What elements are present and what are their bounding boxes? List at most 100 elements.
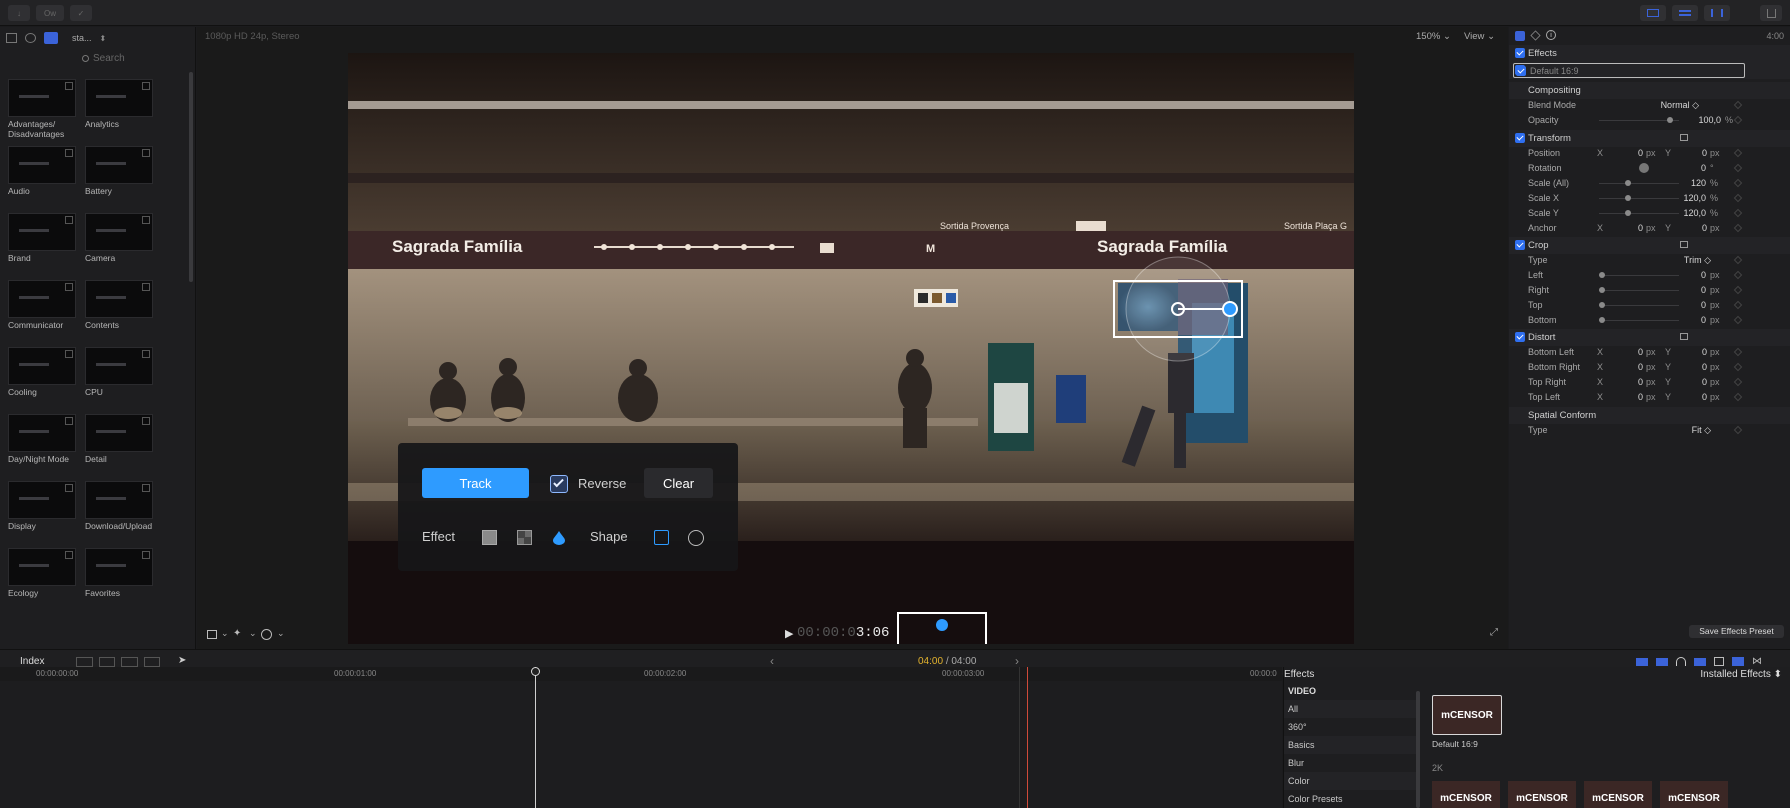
title-thumbnail[interactable] [85,79,153,117]
fullscreen-icon[interactable]: ⤢ [1490,627,1498,638]
effect-thumbnail-selected[interactable]: mCENSOR [1432,695,1502,735]
anchor-row[interactable]: Anchor X 0 px Y 0 px [1509,220,1790,237]
effect-thumbnail[interactable]: mCENSOR [1584,781,1652,808]
keyframe-icon[interactable] [1733,100,1743,110]
overwrite-icon[interactable] [143,657,160,667]
title-item[interactable]: Brand [8,213,78,263]
param-value[interactable]: 0 [1666,300,1706,310]
effect-thumbnail[interactable]: mCENSOR [1508,781,1576,808]
title-thumbnail[interactable] [8,213,76,251]
clear-button[interactable]: Clear [644,468,713,498]
shape-circle-button[interactable] [688,530,704,546]
onscreen-control-icon[interactable] [1680,241,1688,248]
shape-rectangle-button[interactable] [654,530,669,545]
edit-buttons[interactable] [76,657,160,667]
select-tool-icon[interactable]: ➤ [178,655,186,666]
effects-category[interactable]: 360° [1284,718,1419,736]
slider-knob[interactable] [1598,302,1605,308]
effects-browser-icon[interactable] [1732,657,1744,666]
title-item[interactable]: Cooling [8,347,78,397]
param-value[interactable]: 120,0 [1666,208,1706,218]
transitions-icon[interactable]: ⋈ [1752,656,1762,667]
blur-drop-icon[interactable] [553,531,565,545]
keyframe-icon[interactable] [1733,193,1743,203]
title-thumbnail[interactable] [85,481,153,519]
keyframe-icon[interactable] [1733,178,1743,188]
import-button[interactable]: ↓ [8,5,30,21]
chevron-down-icon[interactable]: ⌄ [221,628,229,639]
x-value[interactable]: 0 [1603,148,1643,158]
color-inspector-icon[interactable] [1530,30,1541,41]
keyframe-icon[interactable] [1733,208,1743,218]
param-value[interactable]: 100,0 [1681,115,1721,125]
preset-name-field[interactable]: Default 16:9 [1513,63,1745,78]
keyframe-icon[interactable] [1733,362,1743,372]
title-thumbnail[interactable] [85,347,153,385]
title-thumbnail[interactable] [8,146,76,184]
headphones-icon[interactable] [1676,657,1686,666]
timecode[interactable]: 00:00:03:06 [797,625,889,641]
reverse-label[interactable]: Reverse [578,476,626,491]
transform-icon[interactable] [207,630,217,639]
timeline-tracks[interactable] [0,667,1282,808]
snapping-icon[interactable] [1694,657,1706,666]
title-item[interactable]: Ecology [8,548,78,598]
title-item[interactable]: Display [8,481,78,531]
title-item[interactable]: Day/Night Mode [8,414,78,464]
effect-solid-button[interactable] [482,530,497,545]
info-icon[interactable]: i [1546,30,1556,40]
keyframe-icon[interactable] [1733,163,1743,173]
insert-icon[interactable] [98,657,115,667]
title-item[interactable]: Audio [8,146,78,196]
title-item[interactable]: Camera [85,213,155,263]
chevron-down-icon[interactable]: ⌄ [249,628,257,639]
enable-checkbox[interactable] [1515,332,1525,342]
effects-category[interactable]: Color [1284,772,1419,790]
effect-pixelate-button[interactable] [517,530,532,545]
keyframe-icon[interactable] [1733,315,1743,325]
onscreen-control-icon[interactable] [1680,333,1688,340]
param-value[interactable]: Trim ◇ [1671,255,1711,266]
library-name[interactable]: sta... [72,33,92,43]
slider-knob[interactable] [1667,117,1674,123]
skimming-icon[interactable] [1656,657,1668,666]
layout-inspector-button[interactable] [1704,5,1730,21]
x-value[interactable]: 0 [1603,347,1643,357]
browser-scrollbar[interactable] [189,72,193,282]
title-item[interactable]: Download/Upload [85,481,155,531]
title-thumbnail[interactable] [8,481,76,519]
param-value[interactable]: 120 [1666,178,1706,188]
y-value[interactable]: 0 [1667,148,1707,158]
keyframe-icon[interactable] [1733,223,1743,233]
append-icon[interactable] [121,657,138,667]
effect-thumbnail[interactable]: mCENSOR [1660,781,1728,808]
slider-knob[interactable] [1625,195,1631,201]
y-value[interactable]: 0 [1667,377,1707,387]
x-value[interactable]: 0 [1603,377,1643,387]
param-value[interactable]: 0 [1666,270,1706,280]
keyframe-icon[interactable] [1733,148,1743,158]
title-item[interactable]: CPU [85,347,155,397]
x-value[interactable]: 0 [1603,362,1643,372]
param-value[interactable]: 0 [1666,163,1706,173]
clip-appearance-icon[interactable] [1714,657,1724,666]
preset-checkbox[interactable] [1516,66,1526,76]
slider-knob[interactable] [1598,317,1605,323]
playhead[interactable] [535,667,536,808]
video-frame[interactable]: Sagrada Família Sagrada Família Sortida … [348,53,1354,644]
slider-knob[interactable] [1598,272,1605,278]
y-value[interactable]: 0 [1667,223,1707,233]
keyframe-icon[interactable] [1733,377,1743,387]
effect-thumbnail[interactable]: mCENSOR [1432,781,1500,808]
background-tasks-button[interactable]: ✓ [70,5,92,21]
view-menu[interactable]: View ⌄ [1464,31,1495,42]
layout-timeline-button[interactable] [1672,5,1698,21]
enable-checkbox[interactable] [1515,240,1525,250]
effects-category[interactable]: Basics [1284,736,1419,754]
keyframe-icon[interactable] [1733,392,1743,402]
titles-icon[interactable] [44,32,58,44]
slider-knob[interactable] [1625,180,1631,186]
title-thumbnail[interactable] [8,548,76,586]
keyframe-icon[interactable] [1733,270,1743,280]
title-thumbnail[interactable] [8,79,76,117]
